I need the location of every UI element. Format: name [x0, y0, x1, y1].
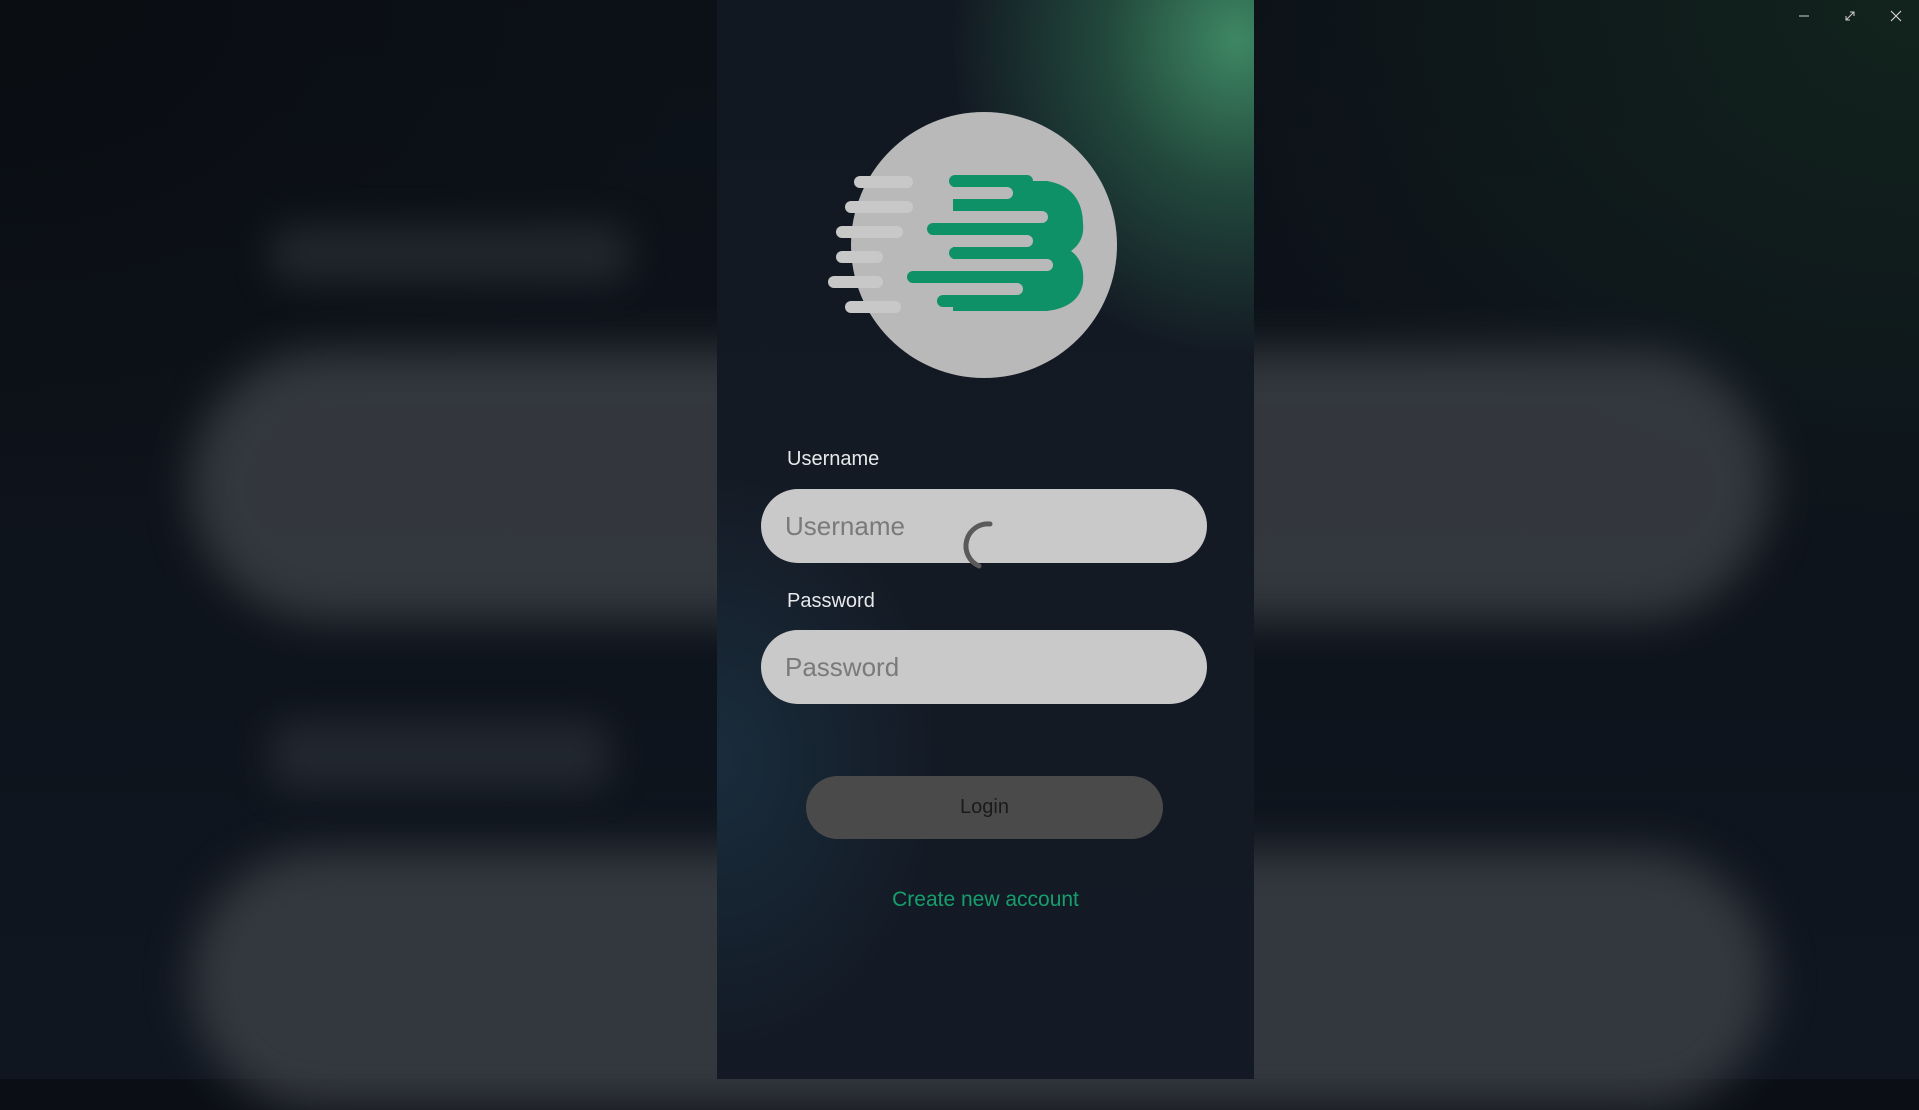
close-icon	[1890, 10, 1902, 22]
username-label: Username	[787, 448, 879, 471]
brand-logo	[827, 111, 1127, 379]
blurred-background-label	[270, 720, 610, 790]
password-label: Password	[787, 590, 875, 613]
window-controls	[1781, 0, 1919, 32]
close-button[interactable]	[1873, 0, 1919, 32]
blurred-background-title	[270, 225, 630, 283]
minimize-icon	[1798, 10, 1810, 22]
restore-button[interactable]	[1827, 0, 1873, 32]
loading-spinner-icon	[952, 516, 1006, 570]
login-panel: Username Password Login Create new accou…	[717, 0, 1254, 1079]
create-account-link[interactable]: Create new account	[717, 888, 1254, 912]
restore-icon	[1844, 10, 1856, 22]
login-button[interactable]: Login	[806, 776, 1163, 839]
minimize-button[interactable]	[1781, 0, 1827, 32]
password-input[interactable]	[783, 651, 1167, 684]
password-field[interactable]	[761, 630, 1207, 704]
